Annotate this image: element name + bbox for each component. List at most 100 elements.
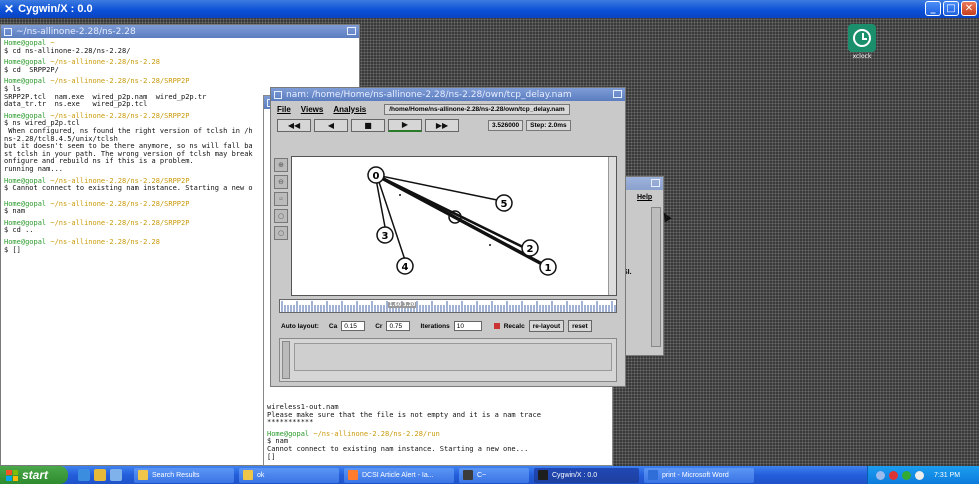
restore-button[interactable] [347, 27, 356, 35]
terminal-line: $ cd SRPP2P/ [4, 65, 59, 74]
playback-controls: ◀◀ ◀ ■ ▶ ▶▶ 3.526000 Step: 2.0ms [271, 117, 625, 133]
iterations-input[interactable]: 10 [453, 321, 482, 331]
taskbar-task[interactable]: print - Microsoft Word [644, 467, 754, 483]
taskbar-task[interactable]: C~ [459, 467, 529, 483]
rewind-button[interactable]: ◀◀ [277, 118, 311, 132]
terminal-line: [] [267, 452, 276, 461]
play-button[interactable]: ▶ [388, 118, 422, 132]
canvas-scrollbar[interactable] [608, 157, 616, 295]
nam-title: nam: /home/Home/ns-allinone-2.28/ns-2.28… [286, 89, 572, 100]
annotation-area[interactable] [294, 343, 612, 371]
node-2[interactable]: 2 [521, 239, 539, 257]
volume-icon[interactable] [915, 470, 924, 480]
timeline-label: 1.60 3.20 [388, 302, 417, 308]
svg-text:1: 1 [545, 263, 552, 274]
back-button[interactable]: ◀ [314, 118, 348, 132]
taskbar: start Search Results ok DCSI Article Alert… [0, 466, 979, 484]
task-label: ok [257, 471, 265, 479]
cr-input[interactable]: 0.75 [386, 321, 411, 331]
terminal-line: $ cd ns-allinone-2.28/ns-2.28/ [4, 46, 131, 55]
antivirus-icon[interactable] [889, 470, 898, 480]
timeline-slider[interactable]: 1.60 3.20 [279, 299, 617, 313]
xclock-label: xclock [852, 53, 872, 60]
time-display: 3.526000 [488, 119, 524, 131]
network-icon[interactable] [876, 470, 885, 480]
stop-button[interactable]: ■ [351, 118, 385, 132]
task-app-icon [243, 470, 253, 480]
cygwin-title: Cygwin/X : 0.0 [18, 3, 93, 15]
terminal-line: Cannot connect to existing nam instance.… [267, 444, 529, 453]
task-app-icon [538, 470, 548, 480]
quick-launch [78, 469, 122, 481]
maximize-button[interactable]: □ [943, 1, 959, 16]
link-0-4 [377, 178, 406, 261]
taskbar-task[interactable]: ok [239, 467, 339, 483]
window-menu-icon[interactable] [4, 27, 12, 36]
x-logo-icon: ✕ [4, 2, 15, 16]
file-path-label: /home/Home/ns-allinone-2.28/ns-2.28/own/… [384, 103, 570, 115]
task-app-icon [648, 470, 658, 480]
node-4[interactable]: 4 [396, 257, 414, 275]
packet [451, 214, 453, 216]
taskbar-task[interactable]: Search Results [134, 467, 234, 483]
start-label: start [22, 468, 49, 482]
ie-icon[interactable] [78, 469, 90, 481]
cr-label: Cr [375, 322, 383, 330]
messenger-icon[interactable] [902, 470, 911, 480]
clock: 7:31 PM [934, 471, 961, 479]
help-menu[interactable]: Help [637, 194, 652, 201]
taskbar-task[interactable]: DCSI Article Alert - Ia... [344, 467, 454, 483]
taskbar-task[interactable]: Cygwin/X : 0.0 [534, 467, 639, 483]
restore-button[interactable] [651, 179, 660, 187]
ca-input[interactable]: 0.15 [341, 321, 366, 331]
node-5[interactable]: 5 [495, 194, 513, 212]
fast-forward-button[interactable]: ▶▶ [425, 118, 459, 132]
terminal-line: *********** [267, 418, 314, 427]
window-menu-icon[interactable] [274, 90, 282, 99]
close-button[interactable]: ✕ [961, 1, 977, 16]
annotation-scrollbar[interactable] [282, 341, 290, 379]
nam-canvas[interactable]: 0 1 2 3 4 5 [291, 156, 617, 296]
reset-button[interactable]: reset [568, 320, 592, 332]
node-1[interactable]: 1 [539, 258, 557, 276]
menu-file[interactable]: File [277, 105, 291, 114]
task-label: Cygwin/X : 0.0 [552, 471, 598, 479]
terminal-title-bar[interactable]: ~/ns-allinone-2.28/ns-2.28 [1, 25, 359, 38]
recalc-checkbox[interactable] [493, 323, 500, 329]
packet [489, 244, 491, 246]
xclock-icon[interactable]: xclock [846, 24, 878, 62]
system-tray: 7:31 PM [867, 466, 979, 484]
task-app-icon [138, 470, 148, 480]
edit-tool-icon[interactable]: ▫ [274, 192, 288, 206]
start-button[interactable]: start [0, 466, 68, 484]
task-app-icon [348, 470, 358, 480]
node-3[interactable]: 3 [376, 226, 394, 244]
recalc-label: Recalc [503, 322, 525, 330]
node-0[interactable]: 0 [367, 166, 385, 184]
menu-views[interactable]: Views [301, 105, 324, 114]
svg-text:3: 3 [382, 231, 389, 242]
media-icon[interactable] [110, 469, 122, 481]
auto-layout-label: Auto layout: [281, 322, 319, 330]
restore-button[interactable] [613, 90, 622, 98]
nam-title-bar[interactable]: nam: /home/Home/ns-allinone-2.28/ns-2.28… [271, 88, 625, 101]
outlook-icon[interactable] [94, 469, 106, 481]
svg-text:2: 2 [527, 244, 534, 255]
packet [399, 194, 401, 196]
windows-logo-icon [6, 469, 18, 481]
zoom-in-icon[interactable]: ⊕ [274, 158, 288, 172]
nam-window[interactable]: nam: /home/Home/ns-allinone-2.28/ns-2.28… [270, 87, 626, 387]
nam-menubar: File Views Analysis /home/Home/ns-allino… [271, 101, 625, 117]
menu-analysis[interactable]: Analysis [333, 105, 366, 114]
svg-text:0: 0 [373, 171, 380, 182]
circle-tool-icon[interactable]: ○ [274, 209, 288, 223]
ca-label: Ca [328, 322, 338, 330]
step-display[interactable]: Step: 2.0ms [526, 119, 571, 131]
node-tool-icon[interactable]: ○ [274, 226, 288, 240]
zoom-out-icon[interactable]: ⊖ [274, 175, 288, 189]
minimize-button[interactable]: _ [925, 1, 941, 16]
relayout-button[interactable]: re-layout [528, 320, 565, 332]
cygwin-title-bar[interactable]: ✕ Cygwin/X : 0.0 _ □ ✕ [0, 0, 979, 18]
annotation-panel[interactable] [279, 338, 617, 382]
scrollbar[interactable] [651, 207, 661, 347]
